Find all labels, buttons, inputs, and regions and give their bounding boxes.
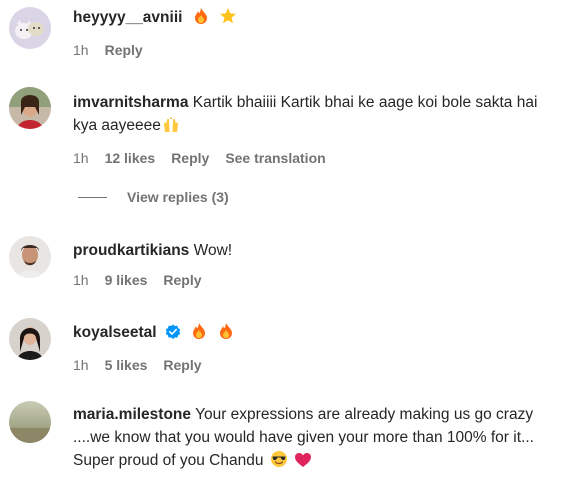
avatar[interactable] (9, 7, 51, 49)
fire-emoji-icon (193, 7, 209, 32)
raising-hands-emoji-icon (162, 117, 180, 140)
comment-username[interactable]: heyyyy__avniii (73, 9, 182, 26)
likes-count[interactable]: 12 likes (105, 150, 156, 166)
avatar[interactable] (9, 401, 51, 443)
comment-time: 1h (73, 42, 89, 58)
star-emoji-icon (219, 7, 237, 32)
sunglasses-emoji-icon (270, 450, 288, 475)
divider (78, 196, 107, 198)
likes-count[interactable]: 5 likes (105, 357, 148, 373)
avatar[interactable] (9, 236, 51, 278)
reply-button[interactable]: Reply (105, 42, 143, 58)
comment-username[interactable]: maria.milestone (73, 406, 191, 423)
verified-badge-icon (165, 324, 181, 347)
reply-button[interactable]: Reply (171, 150, 209, 166)
view-replies-button[interactable]: View replies (3) (78, 189, 229, 205)
avatar[interactable] (9, 318, 51, 360)
reply-button[interactable]: Reply (163, 272, 201, 288)
see-translation-button[interactable]: See translation (225, 150, 325, 166)
fire-emoji-icon (218, 322, 234, 347)
comment-username[interactable]: koyalseetal (73, 324, 157, 341)
comment-text: Wow! (193, 242, 233, 259)
avatar[interactable] (9, 87, 51, 129)
comment-time: 1h (73, 357, 89, 373)
fire-emoji-icon (191, 322, 207, 347)
likes-count[interactable]: 9 likes (105, 272, 148, 288)
comment-time: 1h (73, 272, 89, 288)
comment-username[interactable]: proudkartikians (73, 242, 189, 259)
reply-button[interactable]: Reply (163, 357, 201, 373)
red-heart-emoji-icon (294, 452, 312, 475)
view-replies-label: View replies (3) (127, 189, 229, 205)
comment-username[interactable]: imvarnitsharma (73, 94, 188, 111)
comment-time: 1h (73, 150, 89, 166)
